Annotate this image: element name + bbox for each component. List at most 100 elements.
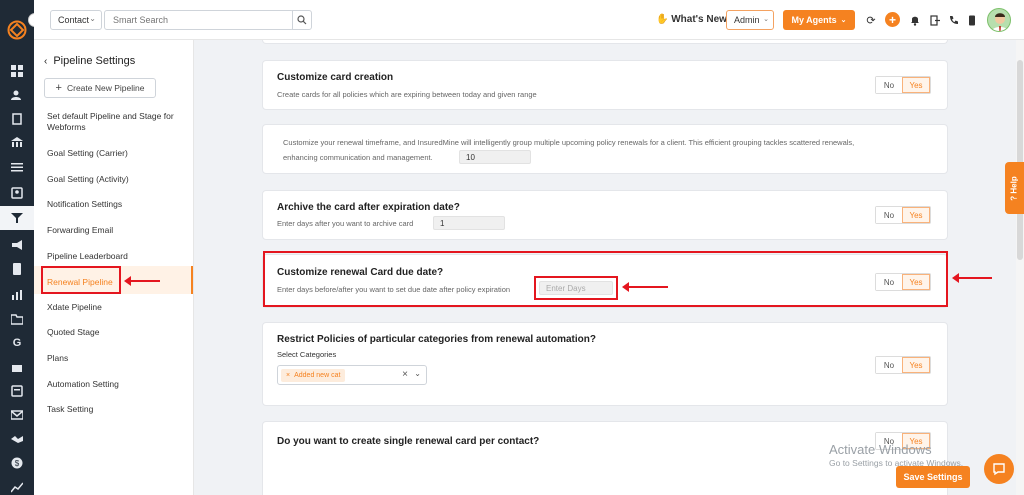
customize-card-creation-yes[interactable]: Yes: [902, 77, 930, 93]
logout-icon[interactable]: [928, 13, 942, 27]
archive-toggle: No Yes: [875, 206, 931, 224]
help-label: Help: [1010, 175, 1019, 194]
archive-days-input[interactable]: 1: [433, 216, 505, 230]
archive-card: Archive the card after expiration date? …: [262, 190, 948, 240]
due-date-no[interactable]: No: [876, 274, 902, 290]
app-window: › G $ Contact ⌄ ✋ What's New: [0, 0, 1024, 495]
bank-icon[interactable]: [0, 132, 34, 154]
search-icon: [297, 15, 307, 25]
clear-selection-icon[interactable]: ×: [402, 369, 408, 380]
restrict-toggle: No Yes: [875, 356, 931, 374]
due-date-yes[interactable]: Yes: [902, 274, 930, 290]
select-categories-label: Select Categories: [277, 350, 337, 359]
sidebar-item-forwarding-email[interactable]: Forwarding Email: [47, 225, 187, 236]
contact-card-icon[interactable]: [0, 182, 34, 204]
svg-text:$: $: [15, 459, 20, 468]
sidebar-title: Pipeline Settings: [53, 55, 136, 67]
sidebar-item-goal-setting-carrier[interactable]: Goal Setting (Carrier): [47, 148, 187, 159]
mobile-icon[interactable]: [965, 13, 979, 27]
categories-multiselect[interactable]: × Added new cat × ⌄: [277, 365, 427, 385]
dollar-icon[interactable]: $: [0, 452, 34, 474]
calendar-icon[interactable]: [0, 356, 34, 378]
analytics-icon[interactable]: [0, 476, 34, 495]
customize-card-creation-no[interactable]: No: [876, 77, 902, 93]
category-tag: × Added new cat: [281, 369, 346, 382]
refresh-icon[interactable]: ⟳: [864, 13, 878, 27]
contacts-icon[interactable]: [0, 84, 34, 106]
admin-select[interactable]: Admin ⌄: [726, 10, 774, 30]
sidebar-item-notification-settings[interactable]: Notification Settings: [47, 199, 187, 210]
sidebar-item-plans[interactable]: Plans: [47, 353, 187, 364]
sidebar-item-xdate-pipeline[interactable]: Xdate Pipeline: [47, 302, 187, 313]
handshake-icon[interactable]: [0, 428, 34, 450]
sidebar-item-default-pipeline-webforms[interactable]: Set default Pipeline and Stage for Webfo…: [47, 111, 187, 133]
save-settings-button[interactable]: Save Settings: [896, 466, 970, 488]
chat-button[interactable]: [984, 454, 1014, 484]
pipeline-filter-icon[interactable]: [0, 206, 34, 230]
sidebar-item-quoted-stage[interactable]: Quoted Stage: [47, 327, 187, 338]
restrict-title: Restrict Policies of particular categori…: [277, 334, 596, 345]
whats-new-link[interactable]: ✋ What's New: [656, 14, 727, 25]
search-button[interactable]: [292, 10, 312, 30]
chevron-down-icon[interactable]: ⌄: [414, 369, 421, 378]
documents-icon[interactable]: [0, 108, 34, 130]
dashboard-icon[interactable]: [0, 60, 34, 82]
phone-icon[interactable]: [947, 13, 961, 27]
notes-icon[interactable]: [0, 258, 34, 280]
hand-icon: ✋: [656, 14, 669, 25]
due-date-title: Customize renewal Card due date?: [277, 267, 444, 278]
megaphone-icon[interactable]: [0, 234, 34, 256]
chevron-down-icon: ⌄: [840, 17, 847, 24]
due-date-description: Enter days before/after you want to set …: [277, 285, 511, 294]
list-icon[interactable]: [0, 156, 34, 178]
grouping-description-line2: enhancing communication and management.: [283, 153, 433, 162]
grouping-days-input[interactable]: 10: [459, 150, 531, 164]
previous-card-edge: [262, 40, 948, 44]
sidebar-item-goal-setting-activity[interactable]: Goal Setting (Activity): [47, 174, 187, 185]
sidebar-item-renewal-pipeline[interactable]: Renewal Pipeline: [47, 277, 187, 288]
customize-card-creation-description: Create cards for all policies which are …: [277, 90, 537, 99]
icon-rail: › G $: [0, 0, 42, 495]
sidebar-header: ‹ Pipeline Settings: [44, 55, 135, 67]
sidebar-item-task-setting[interactable]: Task Setting: [47, 404, 187, 415]
top-bar: Contact ⌄ ✋ What's New Admin ⌄ My Agents…: [34, 0, 1024, 40]
mail-icon[interactable]: [0, 404, 34, 426]
annotation-arrow-input: [622, 282, 668, 292]
due-date-days-input[interactable]: Enter Days: [539, 281, 613, 295]
user-avatar[interactable]: [987, 8, 1011, 32]
remove-tag-icon[interactable]: ×: [286, 372, 290, 379]
quick-add-button[interactable]: +: [885, 12, 900, 27]
plus-icon: +: [55, 82, 62, 94]
archive-title: Archive the card after expiration date?: [277, 202, 460, 213]
smart-search-input[interactable]: [104, 10, 294, 30]
sidebar-item-automation-setting[interactable]: Automation Setting: [47, 379, 187, 390]
due-date-toggle: No Yes: [875, 273, 931, 291]
whats-new-label: What's New: [671, 14, 727, 25]
restrict-yes[interactable]: Yes: [902, 357, 930, 373]
category-tag-label: Added new cat: [294, 372, 341, 379]
help-tab[interactable]: ? Help: [1005, 162, 1024, 214]
restrict-no[interactable]: No: [876, 357, 902, 373]
reports-icon[interactable]: [0, 284, 34, 306]
sidebar-item-pipeline-leaderboard[interactable]: Pipeline Leaderboard: [47, 251, 187, 262]
google-icon[interactable]: G: [0, 332, 34, 354]
create-new-pipeline-label: Create New Pipeline: [66, 83, 145, 93]
archive-no[interactable]: No: [876, 207, 902, 223]
app-logo: [7, 20, 27, 40]
bell-icon[interactable]: [908, 13, 922, 27]
folder-icon[interactable]: [0, 308, 34, 330]
archive-description: Enter days after you want to archive car…: [277, 219, 414, 228]
settings-content: Customize card creation Create cards for…: [194, 40, 1012, 495]
annotation-arrow-card: [952, 273, 992, 283]
contact-type-select[interactable]: Contact ⌄: [50, 10, 102, 30]
planner-icon[interactable]: [0, 380, 34, 402]
chevron-down-icon: ⌄: [763, 16, 769, 23]
my-agents-button[interactable]: My Agents ⌄: [783, 10, 855, 30]
archive-yes[interactable]: Yes: [902, 207, 930, 223]
admin-select-value: Admin: [734, 15, 760, 25]
grouping-card: Customize your renewal timeframe, and In…: [262, 124, 948, 174]
scrollbar-thumb[interactable]: [1017, 60, 1023, 260]
chevron-down-icon: ⌄: [89, 14, 96, 23]
create-new-pipeline-button[interactable]: + Create New Pipeline: [44, 78, 156, 98]
back-chevron-icon[interactable]: ‹: [44, 56, 47, 67]
